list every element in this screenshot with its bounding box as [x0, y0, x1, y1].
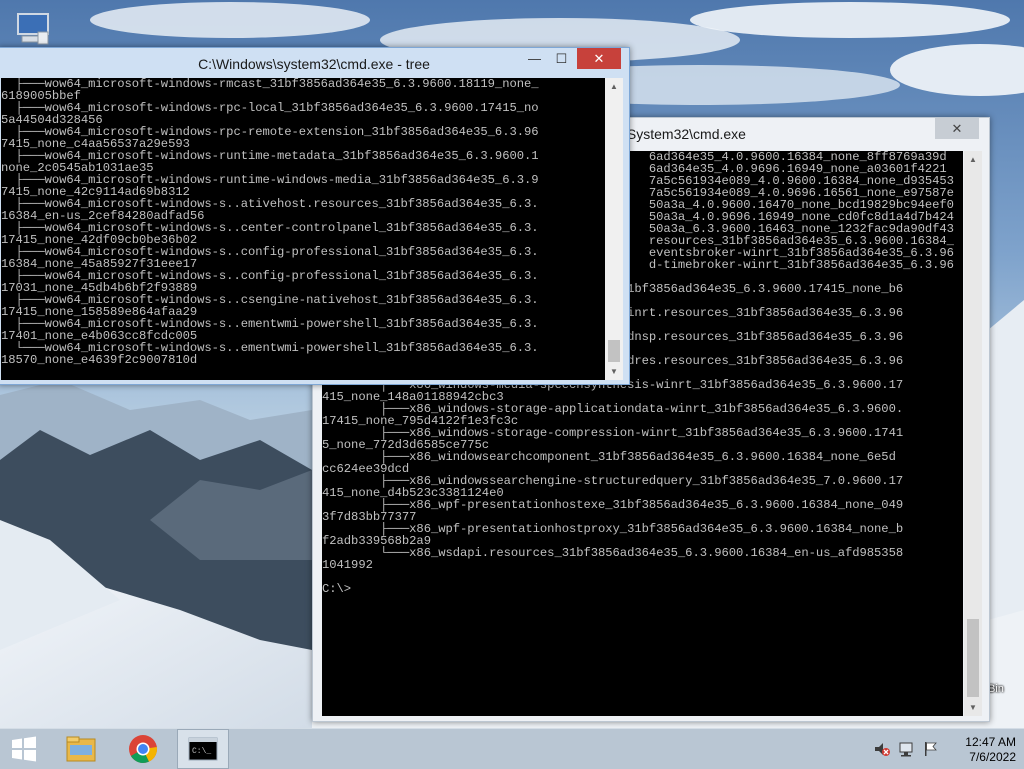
console-line: C:\> [322, 582, 352, 596]
network-icon[interactable] [898, 741, 914, 757]
start-button[interactable] [0, 729, 48, 769]
scroll-up-icon[interactable]: ▲ [605, 78, 623, 95]
computer-icon[interactable] [14, 8, 54, 48]
vertical-scrollbar[interactable]: ▲ ▼ [605, 78, 623, 380]
recycle-bin-label[interactable]: Bin [988, 683, 1004, 695]
svg-text:C:\_: C:\_ [192, 747, 211, 756]
scroll-down-icon[interactable]: ▼ [964, 699, 982, 716]
scroll-thumb[interactable] [967, 619, 979, 697]
taskbar: C:\_ 12:47 AM 7/6/2022 [0, 728, 1024, 769]
console-line: ├───x86_wpf-presentationhostexe_31bf3856… [322, 498, 904, 512]
close-button[interactable]: ✕ [935, 118, 979, 139]
maximize-icon: ☐ [555, 50, 568, 66]
title-bar[interactable]: C:\Windows\system32\cmd.exe - tree — ☐ ✕ [0, 48, 629, 78]
console-line: 1041992 [322, 558, 373, 572]
flag-icon[interactable] [922, 741, 938, 757]
minimize-icon: — [528, 51, 541, 66]
clock-date: 7/6/2022 [969, 750, 1016, 764]
scroll-thumb[interactable] [608, 340, 620, 362]
console-output[interactable]: ├───wow64_microsoft-windows-rmcast_31bf3… [1, 78, 605, 380]
close-button[interactable]: ✕ [577, 48, 621, 69]
close-icon: ✕ [593, 50, 605, 66]
close-icon: ✕ [951, 120, 963, 136]
chrome-icon [129, 735, 158, 763]
file-explorer-icon [66, 736, 96, 762]
scroll-up-icon[interactable]: ▲ [964, 151, 982, 168]
minimize-button[interactable]: — [521, 48, 548, 69]
cmd-icon: C:\_ [188, 737, 218, 761]
windows-logo-icon [12, 736, 36, 762]
maximize-button[interactable]: ☐ [548, 48, 575, 69]
clock-time: 12:47 AM [965, 735, 1016, 749]
scroll-down-icon[interactable]: ▼ [605, 363, 623, 380]
taskbar-cmd[interactable]: C:\_ [177, 729, 229, 769]
cmd-window-tree[interactable]: C:\Windows\system32\cmd.exe - tree — ☐ ✕… [0, 47, 630, 385]
console-line: ├───wow64_microsoft-windows-rmcast_31bf3… [1, 78, 539, 91]
taskbar-file-explorer[interactable] [58, 729, 104, 769]
volume-muted-icon[interactable] [874, 741, 890, 757]
console-line: └───x86_wsdapi.resources_31bf3856ad364e3… [322, 546, 904, 560]
window-title: \System32\cmd.exe [623, 126, 746, 142]
taskbar-chrome[interactable] [120, 729, 166, 769]
console-line: ├───x86_windowsearchcomponent_31bf3856ad… [322, 450, 896, 464]
system-clock[interactable]: 12:47 AM 7/6/2022 [946, 735, 1016, 765]
console-line: 18570_none_e4639f2c9007810d [1, 353, 198, 367]
vertical-scrollbar[interactable]: ▲ ▼ [964, 151, 982, 716]
